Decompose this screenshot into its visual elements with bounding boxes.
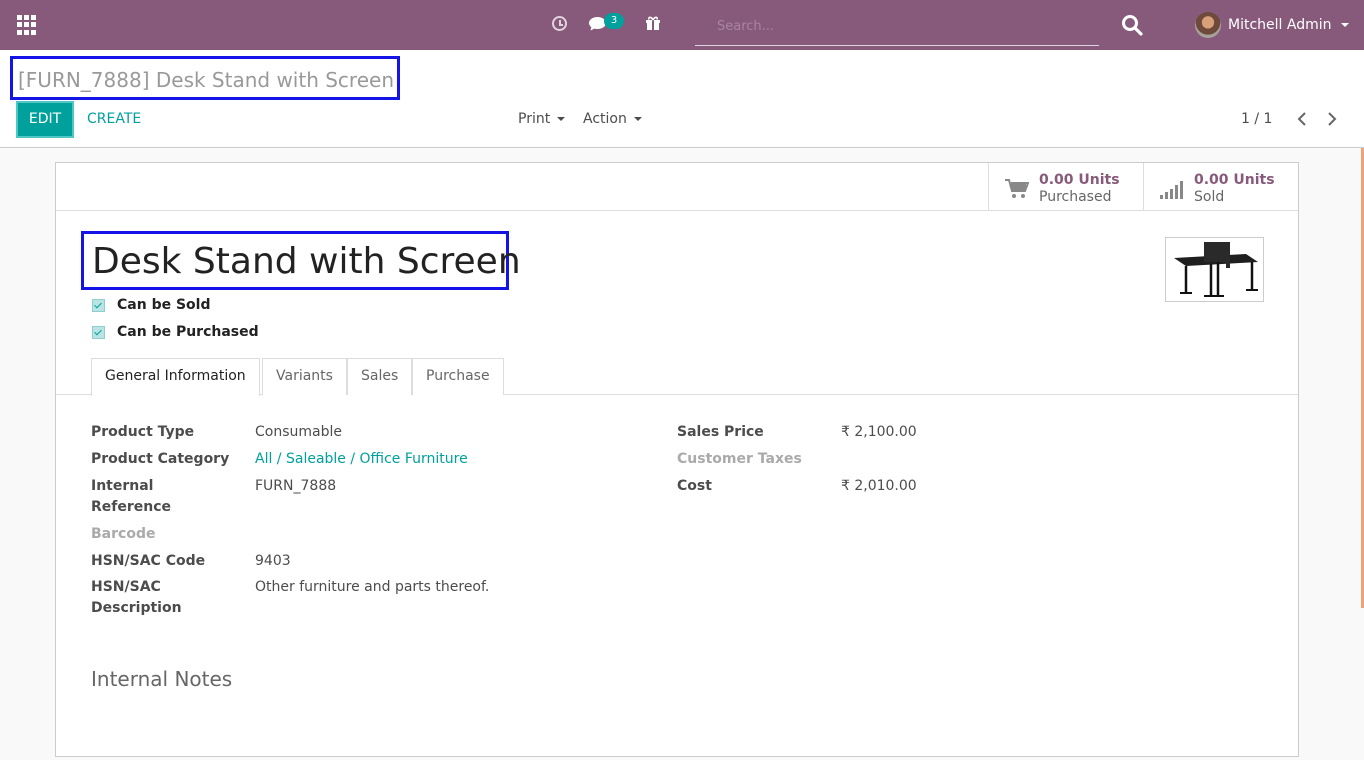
print-dropdown[interactable]: Print [518,111,566,127]
purchased-stat-button[interactable]: 0.00 Units Purchased [988,163,1144,211]
can-be-sold-checkbox[interactable] [92,298,105,312]
product-category-link[interactable]: All / Saleable / Office Furniture [255,449,468,470]
sold-value: 0.00 Units [1194,172,1275,188]
search-field[interactable] [695,8,1099,46]
cost-value: ₹ 2,010.00 [841,478,917,494]
sold-label: Sold [1194,189,1225,205]
caret-down-icon [557,117,566,121]
smart-button-box: 0.00 Units Purchased 0.00 Units Sold [56,163,1298,211]
cost-label: Cost [677,478,712,494]
apps-menu-icon[interactable] [17,15,37,35]
hsn-code-label: HSN/SAC Code [91,553,206,569]
pager-next-icon[interactable] [1327,108,1337,134]
tab-purchase[interactable]: Purchase [412,358,504,395]
cart-icon [1005,179,1030,203]
user-name: Mitchell Admin [1228,17,1332,33]
hsn-description-label-line2: Description [91,600,182,616]
can-be-purchased-row: Can be Purchased [92,324,259,340]
breadcrumb: [FURN_7888] Desk Stand with Screen [18,68,394,92]
hsn-code-value: 9403 [255,553,291,569]
tab-variants[interactable]: Variants [262,358,347,395]
tab-sales[interactable]: Sales [347,358,413,395]
user-avatar [1195,12,1221,38]
can-be-purchased-checkbox[interactable] [92,325,105,339]
chat-count-badge: 3 [604,13,624,29]
can-be-sold-row: Can be Sold [92,297,210,313]
action-dropdown[interactable]: Action [583,111,642,127]
signal-bars-icon [1160,179,1186,205]
create-button[interactable]: CREATE [87,111,141,127]
can-be-purchased-label: Can be Purchased [117,324,259,340]
barcode-label: Barcode [91,526,156,542]
search-icon[interactable] [1121,14,1143,40]
activity-clock-icon[interactable] [552,16,567,31]
top-navbar: 3 Mitchell Admin [0,0,1364,50]
control-panel: [FURN_7888] Desk Stand with Screen EDIT … [0,50,1364,148]
search-input[interactable] [695,8,1099,45]
print-label: Print [518,111,551,127]
product-type-value: Consumable [255,424,342,440]
internal-reference-label-line1: Internal [91,478,154,494]
product-type-label: Product Type [91,424,195,440]
internal-reference-value: FURN_7888 [255,478,337,494]
product-name: Desk Stand with Screen [92,241,521,282]
sales-price-value: ₹ 2,100.00 [841,424,917,440]
pager-value[interactable]: 1 / 1 [1241,111,1272,127]
pager-previous-icon[interactable] [1297,108,1307,134]
hsn-description-label: HSN/SAC Description [91,577,182,619]
internal-notes-title: Internal Notes [91,667,233,691]
edit-button[interactable]: EDIT [16,101,74,138]
sales-price-label: Sales Price [677,424,764,440]
product-image[interactable] [1165,237,1264,302]
hsn-description-value: Other furniture and parts thereof. [255,579,490,595]
tab-general-information[interactable]: General Information [91,358,260,396]
caret-down-icon [633,117,642,121]
chevron-down-icon [1340,23,1349,27]
customer-taxes-label: Customer Taxes [677,451,802,467]
can-be-sold-label: Can be Sold [117,297,211,313]
internal-reference-label: Internal Reference [91,476,171,518]
gift-icon[interactable] [645,15,661,35]
sold-stat-button[interactable]: 0.00 Units Sold [1143,163,1299,211]
purchased-label: Purchased [1039,189,1112,205]
internal-reference-label-line2: Reference [91,499,172,515]
form-sheet: 0.00 Units Purchased 0.00 Units Sold Des… [55,162,1299,757]
hsn-description-label-line1: HSN/SAC [91,579,161,595]
product-category-label: Product Category [91,451,230,467]
action-label: Action [583,111,627,127]
user-menu[interactable]: Mitchell Admin [1195,11,1349,39]
purchased-value: 0.00 Units [1039,172,1120,188]
notebook-tabs: General Information Variants Sales Purch… [56,358,1298,396]
